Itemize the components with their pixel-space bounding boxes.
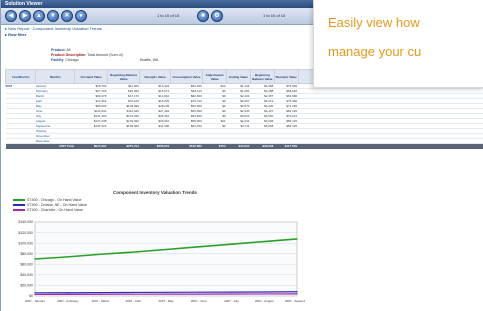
- data-point: [230, 293, 233, 295]
- description-filter-label: Product Description: [51, 53, 86, 57]
- product-filter-label[interactable]: Product: [51, 48, 65, 52]
- facility-filter-value[interactable]: Chicago: [65, 58, 78, 62]
- y-tick-label: $0: [29, 294, 33, 298]
- back-button-icon[interactable]: ◀: [5, 10, 17, 22]
- x-tick-label: 2007 - February: [57, 299, 79, 303]
- data-point: [99, 293, 102, 295]
- callout-line-1: Easily view how: [328, 15, 420, 30]
- breadcrumb[interactable]: ▸ New Report · Component Inventory Valua…: [5, 26, 102, 31]
- trend-chart: Component Inventory Valuation Trends ST4…: [5, 190, 305, 309]
- plot-area: [34, 221, 298, 297]
- column-header[interactable]: Adjustments Value: [202, 69, 228, 84]
- x-tick-label: 2007 - June: [191, 299, 207, 303]
- marketing-callout: Easily view how manage your cu: [313, 0, 483, 88]
- column-header[interactable]: Receipts Value: [273, 69, 299, 84]
- y-tick-label: $80,000: [20, 252, 33, 256]
- data-point: [165, 291, 167, 293]
- up-button-icon[interactable]: ▲: [33, 10, 45, 22]
- line-plot: $0 $20,000 $40,000 $60,000 $80,000 $100,000 $1…: [18, 220, 305, 303]
- data-point: [132, 251, 134, 253]
- total-row: 2007 Total $915,437 $975,314 $306,001 $512,9…: [5, 143, 483, 149]
- column-header[interactable]: Receipts Value: [139, 69, 171, 84]
- legend-swatch: [13, 204, 25, 207]
- column-header[interactable]: Months: [35, 69, 76, 84]
- data-point: [263, 240, 265, 243]
- data-point: [67, 256, 69, 258]
- total-value-cell: $754: [202, 143, 227, 149]
- data-point: [132, 291, 134, 294]
- data-point: [34, 293, 36, 296]
- column-header[interactable]: Beginning Balance Value: [106, 69, 141, 84]
- y-tick-label: $100,000: [18, 241, 33, 245]
- x-tick-label: 2007 - April: [126, 299, 142, 303]
- x-tick-label: 2007 - August: [255, 299, 274, 303]
- filter-panel: Product: All Product Description: Total …: [51, 48, 159, 62]
- column-header[interactable]: Consumption Value: [169, 69, 204, 84]
- y-tick-label: $40,000: [20, 273, 33, 277]
- data-point: [67, 292, 69, 294]
- data-point: [296, 291, 298, 293]
- chart-title: Component Inventory Valuation Trends: [113, 190, 197, 195]
- y-tick-label: $60,000: [20, 262, 33, 266]
- data-point: [99, 253, 102, 255]
- right-pager-label: 1 to 10 of 10: [263, 13, 286, 18]
- y-tick-label: $20,000: [20, 284, 33, 288]
- description-filter-value: Total Amount (Sum of): [87, 53, 123, 57]
- data-point: [67, 293, 69, 295]
- x-tick-label: 2007 - January: [25, 299, 46, 303]
- column-header[interactable]: Ending Value: [226, 69, 251, 84]
- data-point: [132, 293, 134, 295]
- data-point: [263, 291, 265, 293]
- solution-viewer-window: Solution Viewer ◀ ▶ ▲ ▼ ✕ ● 1 to 10 of 1…: [0, 0, 483, 311]
- total-value-cell: $33,038: [250, 143, 275, 149]
- data-point: [198, 293, 200, 295]
- data-point: [165, 248, 167, 251]
- total-spacer: [298, 143, 483, 149]
- data-point: [296, 238, 298, 240]
- data-point: [296, 293, 298, 295]
- data-point: [34, 258, 36, 260]
- x-tick-label: 2007 - March: [92, 299, 110, 303]
- total-spacer: [5, 143, 36, 149]
- data-point: [34, 292, 36, 294]
- data-point: [165, 293, 167, 295]
- y-tick-label: $140,000: [18, 220, 33, 224]
- y-tick-label: $120,000: [18, 231, 33, 235]
- facility-filter-value-2: Seattle, WA: [139, 58, 159, 62]
- total-value-cell: $306,001: [139, 143, 171, 149]
- legend-label: ST400 - Omaha, NE - On Hand Value: [27, 203, 88, 207]
- data-point: [198, 246, 200, 248]
- product-filter-value[interactable]: All: [66, 48, 70, 52]
- x-tick-label: 2007 - July: [224, 299, 239, 303]
- column-header[interactable]: On Hand Value: [74, 69, 108, 84]
- stop-button-icon[interactable]: ■: [197, 10, 209, 22]
- column-header[interactable]: Year/Months: [4, 69, 37, 84]
- window-title: Solution Viewer: [5, 1, 43, 7]
- column-header[interactable]: Beginning Balance Value: [249, 69, 275, 84]
- total-value-cell: $117,520: [274, 143, 299, 149]
- data-point: [230, 291, 233, 293]
- legend-swatch: [13, 199, 25, 202]
- data-point: [230, 243, 233, 245]
- forward-button-icon[interactable]: ▶: [19, 10, 31, 22]
- left-pager-label: 1 to 10 of 10: [157, 13, 180, 18]
- callout-line-2: manage your cu: [328, 44, 422, 59]
- settings-button-icon[interactable]: ⚙: [211, 10, 223, 22]
- down-button-icon[interactable]: ▼: [47, 10, 59, 22]
- close-button-icon[interactable]: ✕: [61, 10, 73, 22]
- data-point: [198, 291, 200, 293]
- row-filter-link[interactable]: ▸ Row filter: [5, 32, 26, 37]
- facility-filter-label[interactable]: Facility: [51, 58, 63, 62]
- total-value-cell: $915,437: [74, 143, 108, 149]
- total-value-cell: $512,982: [170, 143, 203, 149]
- data-point: [263, 293, 265, 295]
- total-value-cell: $44,024: [226, 143, 251, 149]
- x-tick-label: 2007 - May: [158, 299, 174, 303]
- x-tick-label: 2007 - September: [285, 299, 305, 303]
- record-button-icon[interactable]: ●: [75, 10, 87, 22]
- total-label: 2007 Total: [35, 143, 75, 149]
- data-point: [99, 291, 102, 294]
- legend-label: ST400 - Chicago - On Hand Value: [27, 198, 82, 202]
- total-value-cell: $975,314: [107, 143, 140, 149]
